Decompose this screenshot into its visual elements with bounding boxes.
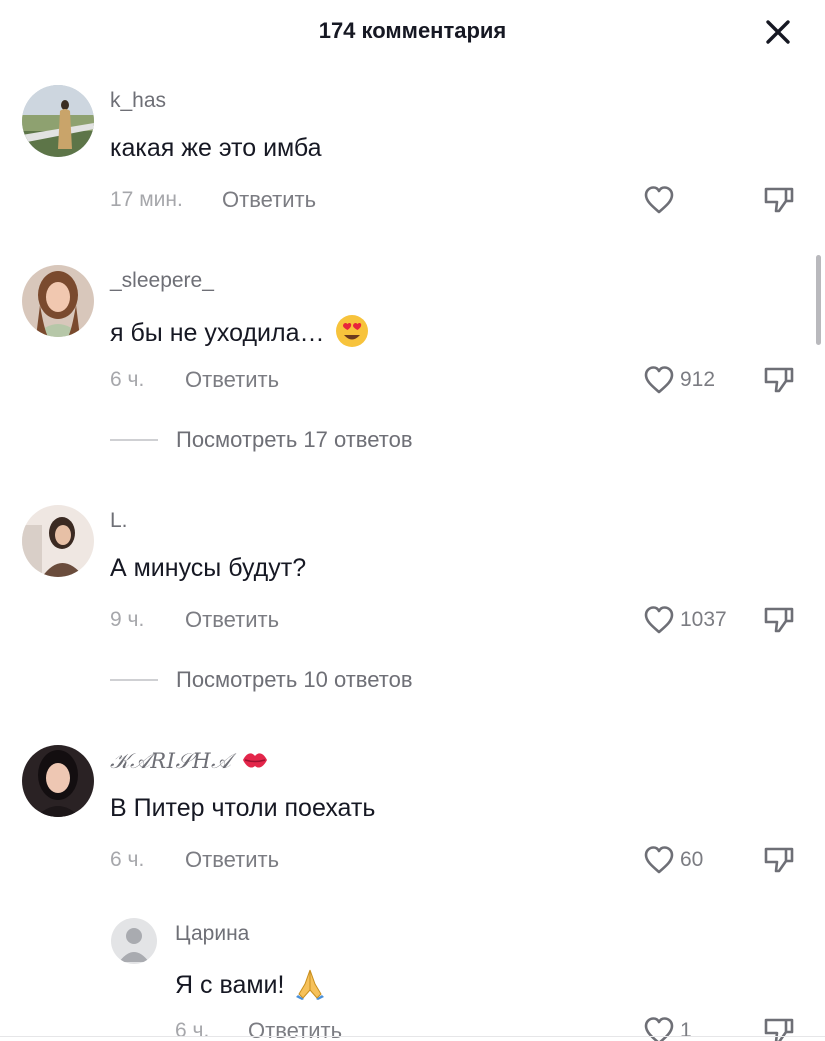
dislike-button[interactable] — [762, 363, 796, 397]
dislike-button[interactable] — [762, 843, 796, 877]
scrollbar[interactable] — [816, 255, 821, 345]
heart-icon — [644, 186, 674, 214]
like-count: 1037 — [680, 608, 727, 631]
view-replies-button[interactable]: Посмотреть 17 ответов — [110, 425, 413, 455]
comments-sheet: 174 комментария k_has какая же это имба … — [0, 0, 825, 1041]
reply-button[interactable]: Ответить — [248, 1018, 342, 1041]
like-button[interactable]: 912 — [642, 363, 715, 397]
default-user-avatar-icon — [111, 918, 157, 964]
close-icon — [766, 20, 790, 44]
reply-button[interactable]: Ответить — [185, 367, 279, 393]
like-button[interactable]: 1037 — [642, 603, 727, 637]
thumbs-down-icon — [764, 847, 794, 873]
username-text: 𝒦𝒜𝑅𝐼𝒮𝐻𝒜 — [110, 749, 232, 773]
comments-count-title: 174 комментария — [318, 18, 507, 43]
reply-text-content: Я с вами! — [175, 971, 285, 1000]
like-count: 912 — [680, 368, 716, 391]
dislike-button[interactable] — [762, 183, 796, 217]
heart-eyes-emoji — [335, 314, 369, 355]
thumbs-down-icon — [764, 367, 794, 393]
reply-username[interactable]: Царина — [175, 922, 249, 946]
heart-icon — [644, 846, 674, 874]
comment-username[interactable]: 𝒦𝒜𝑅𝐼𝒮𝐻𝒜 — [110, 749, 269, 776]
comment-username[interactable]: _sleepere_ — [110, 269, 214, 293]
comment-time: 17 мин. — [110, 188, 183, 211]
avatar[interactable] — [22, 505, 94, 577]
comment-username[interactable]: k_has — [110, 89, 166, 113]
reply-button[interactable]: Ответить — [185, 847, 279, 873]
like-button[interactable] — [642, 183, 676, 217]
avatar[interactable] — [22, 265, 94, 337]
reply-button[interactable]: Ответить — [185, 607, 279, 633]
reply-button[interactable]: Ответить — [222, 187, 316, 213]
bottom-divider — [0, 1036, 825, 1037]
comment-username[interactable]: L. — [110, 509, 128, 533]
like-button[interactable]: 60 — [642, 843, 703, 877]
comment-time: 6 ч. — [110, 848, 145, 871]
heart-icon — [644, 606, 674, 634]
comment-text-content: я бы не уходила… — [110, 319, 325, 348]
like-count: 60 — [680, 848, 704, 871]
comments-header: 174 комментария — [0, 0, 825, 64]
divider — [110, 439, 158, 441]
comment-text: я бы не уходила… — [110, 314, 369, 355]
thumbs-down-icon — [764, 187, 794, 213]
comment-text: какая же это имба — [110, 134, 322, 162]
dislike-button[interactable] — [762, 603, 796, 637]
folded-hands-emoji — [293, 966, 327, 1007]
view-replies-label: Посмотреть 10 ответов — [176, 667, 413, 692]
divider — [110, 679, 158, 681]
comment-time: 9 ч. — [110, 608, 145, 631]
reply-text: Я с вами! — [175, 966, 327, 1007]
comment-text: В Питер чтоли поехать — [110, 794, 376, 822]
kiss-mark-emoji — [241, 749, 269, 776]
reply-time: 6 ч. — [175, 1019, 210, 1041]
heart-icon — [644, 366, 674, 394]
comment-time: 6 ч. — [110, 368, 145, 391]
avatar[interactable] — [22, 745, 94, 817]
avatar[interactable] — [111, 918, 157, 964]
thumbs-down-icon — [764, 607, 794, 633]
view-replies-button[interactable]: Посмотреть 10 ответов — [110, 665, 413, 695]
close-button[interactable] — [760, 14, 796, 50]
view-replies-label: Посмотреть 17 ответов — [176, 427, 413, 452]
comment-text: А минусы будут? — [110, 554, 307, 582]
avatar[interactable] — [22, 85, 94, 157]
like-count: 1 — [680, 1019, 692, 1041]
